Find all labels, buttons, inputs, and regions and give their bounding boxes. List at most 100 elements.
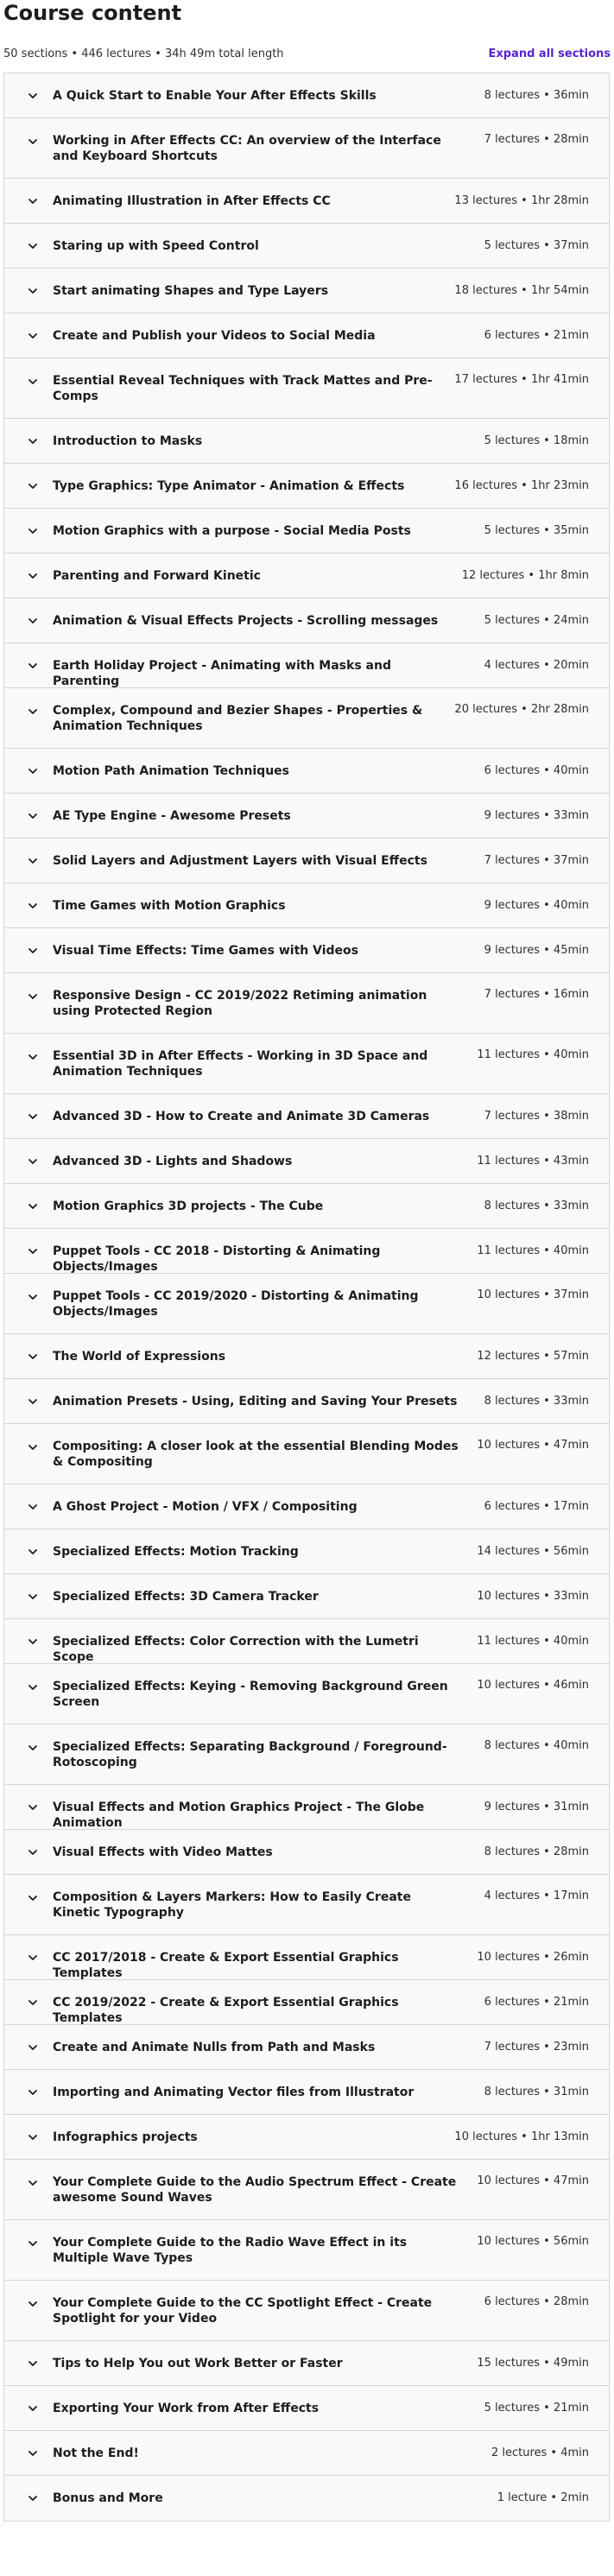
chevron-down-icon (27, 1801, 39, 1813)
section-title: Responsive Design - CC 2019/2022 Retimin… (53, 989, 427, 1018)
section-row[interactable]: Bonus and More 1 lecture • 2min (4, 2476, 609, 2521)
section-title: AE Type Engine - Awesome Presets (53, 809, 291, 823)
chevron-down-icon (27, 480, 39, 492)
section-title: Animating Illustration in After Effects … (53, 194, 331, 208)
section-title: Animation & Visual Effects Projects - Sc… (53, 614, 439, 628)
section-meta: 4 lectures • 20min (484, 659, 589, 672)
section-meta: 13 lectures • 1hr 28min (454, 194, 589, 207)
chevron-down-icon (27, 2358, 39, 2370)
section-row[interactable]: Create and Publish your Videos to Social… (4, 313, 609, 358)
section-row[interactable]: Introduction to Masks 5 lectures • 18min (4, 419, 609, 464)
chevron-down-icon (27, 195, 39, 207)
section-title: Specialized Effects: Motion Tracking (53, 1545, 299, 1559)
section-row[interactable]: Specialized Effects: Color Correction wi… (4, 1619, 609, 1664)
section-title: Parenting and Forward Kinetic (53, 569, 261, 583)
chevron-down-icon (27, 2131, 39, 2143)
chevron-down-icon (27, 90, 39, 102)
section-row[interactable]: Advanced 3D - How to Create and Animate … (4, 1094, 609, 1139)
section-title: Your Complete Guide to the Radio Wave Ef… (53, 2236, 408, 2265)
section-row[interactable]: Time Games with Motion Graphics 9 lecture… (4, 883, 609, 928)
section-row[interactable]: Motion Graphics with a purpose - Social … (4, 509, 609, 554)
section-row[interactable]: Essential Reveal Techniques with Track M… (4, 358, 609, 419)
section-row[interactable]: Visual Effects and Motion Graphics Proje… (4, 1785, 609, 1830)
section-row[interactable]: Not the End! 2 lectures • 4min (4, 2431, 609, 2476)
section-meta: 7 lectures • 38min (484, 1110, 589, 1123)
section-row[interactable]: Essential 3D in After Effects - Working … (4, 1034, 609, 1094)
section-row[interactable]: Motion Path Animation Techniques 6 lectur… (4, 749, 609, 794)
section-row[interactable]: Visual Effects with Video Mattes 8 lectur… (4, 1830, 609, 1875)
section-row[interactable]: Animation Presets - Using, Editing and S… (4, 1379, 609, 1424)
section-row[interactable]: Importing and Animating Vector files fro… (4, 2070, 609, 2115)
section-row[interactable]: CC 2017/2018 - Create & Export Essential… (4, 1935, 609, 1980)
section-row[interactable]: Solid Layers and Adjustment Layers with … (4, 839, 609, 883)
section-row[interactable]: Create and Animate Nulls from Path and M… (4, 2025, 609, 2070)
section-title: Essential Reveal Techniques with Track M… (53, 374, 433, 403)
section-row[interactable]: A Ghost Project - Motion / VFX / Composi… (4, 1484, 609, 1529)
section-row[interactable]: Earth Holiday Project - Animating with M… (4, 643, 609, 688)
section-row[interactable]: Puppet Tools - CC 2018 - Distorting & An… (4, 1229, 609, 1274)
section-row[interactable]: Motion Graphics 3D projects - The Cube 8 … (4, 1184, 609, 1229)
section-row[interactable]: Animating Illustration in After Effects … (4, 179, 609, 224)
section-row[interactable]: Exporting Your Work from After Effects 5 … (4, 2386, 609, 2431)
section-meta: 10 lectures • 56min (477, 2235, 589, 2248)
section-row[interactable]: Your Complete Guide to the CC Spotlight … (4, 2281, 609, 2341)
section-title: Not the End! (53, 2446, 139, 2460)
section-row[interactable]: Type Graphics: Type Animator - Animation… (4, 464, 609, 509)
chevron-down-icon (27, 2402, 39, 2415)
chevron-down-icon (27, 376, 39, 388)
section-meta: 6 lectures • 28min (484, 2295, 589, 2308)
section-meta: 11 lectures • 40min (477, 1635, 589, 1648)
section-row[interactable]: Animation & Visual Effects Projects - Sc… (4, 598, 609, 643)
section-row[interactable]: Compositing: A closer look at the essent… (4, 1424, 609, 1484)
chevron-down-icon (27, 660, 39, 672)
section-title: Essential 3D in After Effects - Working … (53, 1049, 428, 1079)
section-meta: 11 lectures • 40min (477, 1048, 589, 1061)
section-title: Your Complete Guide to the Audio Spectru… (53, 2175, 457, 2205)
section-row[interactable]: Advanced 3D - Lights and Shadows 11 lectu… (4, 1139, 609, 1184)
section-row[interactable]: Tips to Help You out Work Better or Fast… (4, 2341, 609, 2386)
section-row[interactable]: Responsive Design - CC 2019/2022 Retimin… (4, 973, 609, 1034)
section-title: Specialized Effects: Keying - Removing B… (53, 1680, 448, 1709)
section-meta: 16 lectures • 1hr 23min (454, 479, 589, 492)
chevron-down-icon (27, 1291, 39, 1303)
section-row[interactable]: Your Complete Guide to the Audio Spectru… (4, 2160, 609, 2220)
section-row[interactable]: Start animating Shapes and Type Layers 18… (4, 269, 609, 313)
chevron-down-icon (27, 2298, 39, 2310)
section-meta: 10 lectures • 46min (477, 1679, 589, 1692)
section-row[interactable]: Staring up with Speed Control 5 lectures … (4, 224, 609, 269)
section-meta: 12 lectures • 57min (477, 1350, 589, 1363)
section-row[interactable]: Specialized Effects: Keying - Removing B… (4, 1664, 609, 1725)
section-row[interactable]: AE Type Engine - Awesome Presets 9 lectur… (4, 794, 609, 839)
section-row[interactable]: Composition & Layers Markers: How to Eas… (4, 1875, 609, 1935)
expand-all-sections-button[interactable]: Expand all sections (489, 47, 611, 61)
chevron-down-icon (27, 2177, 39, 2189)
section-title: Start animating Shapes and Type Layers (53, 284, 329, 298)
section-title: Composition & Layers Markers: How to Eas… (53, 1890, 411, 1920)
section-row[interactable]: Infographics projects 10 lectures • 1hr 1… (4, 2115, 609, 2160)
chevron-down-icon (27, 1997, 39, 2009)
section-row[interactable]: Specialized Effects: Motion Tracking 14 l… (4, 1529, 609, 1574)
section-row[interactable]: The World of Expressions 12 lectures • 57… (4, 1334, 609, 1379)
chevron-down-icon (27, 570, 39, 582)
chevron-down-icon (27, 1396, 39, 1408)
section-row[interactable]: Working in After Effects CC: An overview… (4, 118, 609, 179)
section-row[interactable]: A Quick Start to Enable Your After Effec… (4, 73, 609, 118)
section-row[interactable]: Complex, Compound and Bezier Shapes - Pr… (4, 688, 609, 749)
section-title: A Ghost Project - Motion / VFX / Composi… (53, 1500, 358, 1514)
section-meta: 8 lectures • 36min (484, 89, 589, 102)
section-row[interactable]: Visual Time Effects: Time Games with Vid… (4, 928, 609, 973)
section-row[interactable]: Specialized Effects: Separating Backgrou… (4, 1725, 609, 1785)
chevron-down-icon (27, 1200, 39, 1212)
section-row[interactable]: Specialized Effects: 3D Camera Tracker 10… (4, 1574, 609, 1619)
section-row[interactable]: Puppet Tools - CC 2019/2020 - Distorting… (4, 1274, 609, 1334)
section-title: Tips to Help You out Work Better or Fast… (53, 2357, 343, 2370)
section-title: Advanced 3D - How to Create and Animate … (53, 1110, 430, 1123)
chevron-down-icon (27, 136, 39, 148)
section-meta: 8 lectures • 40min (484, 1739, 589, 1752)
chevron-down-icon (27, 2041, 39, 2054)
section-row[interactable]: Your Complete Guide to the Radio Wave Ef… (4, 2220, 609, 2281)
section-meta: 4 lectures • 17min (484, 1889, 589, 1902)
section-row[interactable]: Parenting and Forward Kinetic 12 lectures… (4, 554, 609, 598)
section-row[interactable]: CC 2019/2022 - Create & Export Essential… (4, 1980, 609, 2025)
section-meta: 8 lectures • 33min (484, 1395, 589, 1408)
